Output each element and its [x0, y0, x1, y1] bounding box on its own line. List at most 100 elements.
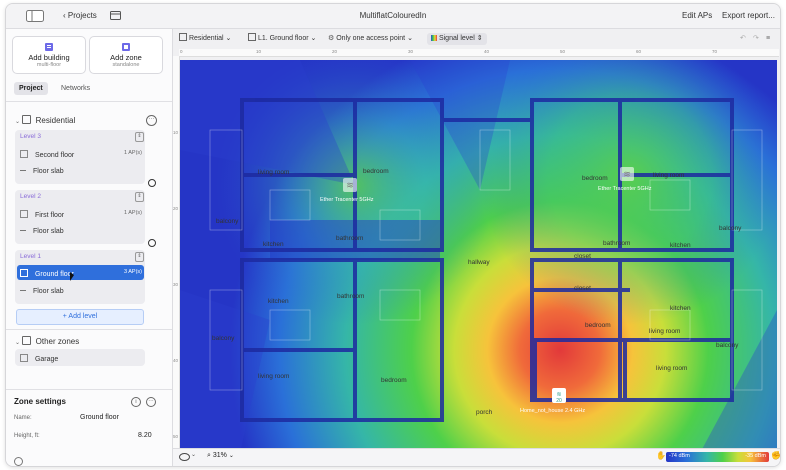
- add-building-button[interactable]: Add building multi-floor: [12, 36, 86, 74]
- zone-name-value[interactable]: Ground floor: [80, 414, 119, 421]
- building-icon: [45, 43, 53, 51]
- heatmap-svg: living room bedroom balcony kitchen bath…: [180, 60, 777, 453]
- target-icon[interactable]: [148, 239, 156, 247]
- signal-level-icon: [431, 35, 437, 41]
- room-label: living room: [258, 373, 289, 380]
- room-label: kitchen: [263, 241, 284, 248]
- chevron-down-icon: ⌄: [15, 340, 22, 346]
- svg-text:Ether Tracenter 5GHz: Ether Tracenter 5GHz: [320, 197, 374, 203]
- export-report-button[interactable]: Export report...: [722, 8, 775, 24]
- room-label: living room: [653, 172, 684, 179]
- room-label: bedroom: [381, 377, 407, 384]
- room-label: bedroom: [585, 322, 611, 329]
- room-label: balcony: [719, 225, 742, 232]
- reorder-icon[interactable]: ⇕: [135, 132, 144, 142]
- chevron-down-icon: ⌄: [310, 35, 317, 42]
- chevron-down-icon[interactable]: ⌄: [191, 451, 196, 458]
- sliders-icon[interactable]: ≡: [766, 29, 770, 49]
- room-label: kitchen: [670, 305, 691, 312]
- info-icon[interactable]: i: [131, 397, 141, 407]
- app-window: ‹ Projects MultiflatColouredIn Edit APs …: [5, 3, 781, 467]
- slab-icon: [20, 170, 26, 171]
- room-label: living room: [656, 365, 687, 372]
- target-icon[interactable]: [148, 179, 156, 187]
- heatmap-floor-plan[interactable]: living room bedroom balcony kitchen bath…: [180, 60, 777, 453]
- floor-icon: [20, 210, 28, 218]
- reorder-icon[interactable]: ⇕: [135, 252, 144, 262]
- room-label: balcony: [216, 218, 239, 225]
- floor-row-second[interactable]: Second floor 1 AP(s): [20, 150, 150, 159]
- building-row[interactable]: ⌄ Residential: [15, 115, 145, 127]
- undo-icon[interactable]: ↶: [740, 29, 746, 49]
- tab-networks[interactable]: Networks: [56, 82, 95, 95]
- svg-text:Ether Tracenter 5GHz: Ether Tracenter 5GHz: [598, 186, 652, 192]
- zone-height-value[interactable]: 8.20: [138, 432, 152, 439]
- chevron-down-icon: ⌄: [225, 35, 232, 42]
- window-title: MultiflatColouredIn: [359, 11, 427, 20]
- magnifier-icon: ⌕: [207, 452, 211, 459]
- zone-name-label: Name:: [14, 415, 32, 421]
- projects-button[interactable]: ‹ Projects: [63, 8, 97, 24]
- zone-icon: [122, 43, 130, 51]
- title-bar: ‹ Projects MultiflatColouredIn Edit APs …: [6, 4, 780, 29]
- eye-icon[interactable]: [179, 453, 190, 461]
- horizontal-ruler: 0 10 20 30 40 50 60 70: [179, 49, 779, 57]
- sidebar-toggle-icon[interactable]: [26, 8, 46, 24]
- zoom-control[interactable]: ⌕ 31% ⌄: [207, 452, 234, 460]
- room-label: closet: [574, 253, 591, 260]
- panel-icon[interactable]: [110, 8, 121, 24]
- garage-icon: [20, 354, 28, 362]
- slab-icon: [20, 290, 26, 291]
- edit-aps-button[interactable]: Edit APs: [682, 8, 712, 24]
- chevron-down-icon: ⌄: [15, 119, 22, 125]
- room-label: kitchen: [670, 242, 691, 249]
- chevron-down-icon: ⌄: [228, 453, 234, 459]
- floor-row-ground[interactable]: Ground floor 3 AP(s): [20, 269, 150, 278]
- floor-icon: [20, 150, 28, 158]
- redo-icon[interactable]: ↷: [753, 29, 759, 49]
- tab-project[interactable]: Project: [14, 82, 48, 95]
- floor-icon: [248, 33, 256, 41]
- room-label: porch: [476, 409, 493, 416]
- add-zone-button[interactable]: Add zone standalone: [89, 36, 163, 74]
- room-label: closet: [574, 285, 591, 292]
- room-label: hallway: [468, 259, 490, 266]
- zone-settings-title: Zone settings: [14, 397, 67, 406]
- other-zones-row[interactable]: ⌄ Other zones: [15, 336, 145, 346]
- breadcrumb: Residential ⌄ L1. Ground floor ⌄ ⚙ Only …: [173, 29, 780, 49]
- thumbs-down-icon: ✋: [656, 451, 666, 460]
- reorder-icon[interactable]: ⇕: [135, 192, 144, 202]
- floor-row-first[interactable]: First floor 1 AP(s): [20, 210, 150, 219]
- updown-icon: ⇕: [476, 35, 483, 42]
- floor-slab-row[interactable]: Floor slab: [20, 288, 150, 295]
- room-label: living room: [258, 169, 289, 176]
- building-small-icon: [179, 33, 187, 41]
- room-label: bathroom: [337, 293, 364, 300]
- room-label: balcony: [212, 335, 235, 342]
- floor-slab-row[interactable]: Floor slab: [20, 168, 150, 175]
- thumbs-up-icon: ✊: [771, 451, 781, 460]
- wifi-icon: ≋: [346, 180, 354, 190]
- more-options-icon[interactable]: ···: [146, 115, 157, 126]
- svg-text:20: 20: [556, 398, 562, 404]
- add-level-button[interactable]: + Add level: [16, 309, 144, 325]
- vertical-ruler: 10 20 30 40 50: [173, 56, 180, 456]
- breadcrumb-floor[interactable]: L1. Ground floor ⌄: [248, 29, 316, 49]
- filter-icon: ⚙: [328, 35, 335, 42]
- svg-text:Home_not_house 2.4 GHz: Home_not_house 2.4 GHz: [520, 408, 585, 414]
- building-small-icon: [21, 115, 31, 124]
- level-2-label: Level 2: [20, 193, 41, 200]
- room-label: balcony: [716, 342, 739, 349]
- breadcrumb-view[interactable]: Signal level ⇕: [427, 33, 487, 45]
- slab-icon: [20, 230, 26, 231]
- more-options-icon[interactable]: ···: [146, 397, 156, 407]
- status-bar: ⌄ ⌕ 31% ⌄ ✋ -74 dBm -35 dBm ✊: [173, 448, 781, 466]
- garage-row[interactable]: Garage: [20, 354, 150, 363]
- breadcrumb-building[interactable]: Residential ⌄: [179, 29, 231, 49]
- level-3-label: Level 3: [20, 133, 41, 140]
- room-label: bedroom: [582, 175, 608, 182]
- settings-icon[interactable]: [14, 457, 23, 466]
- floor-slab-row[interactable]: Floor slab: [20, 228, 150, 235]
- room-label: kitchen: [268, 298, 289, 305]
- breadcrumb-filter[interactable]: ⚙ Only one access point ⌄: [328, 29, 413, 49]
